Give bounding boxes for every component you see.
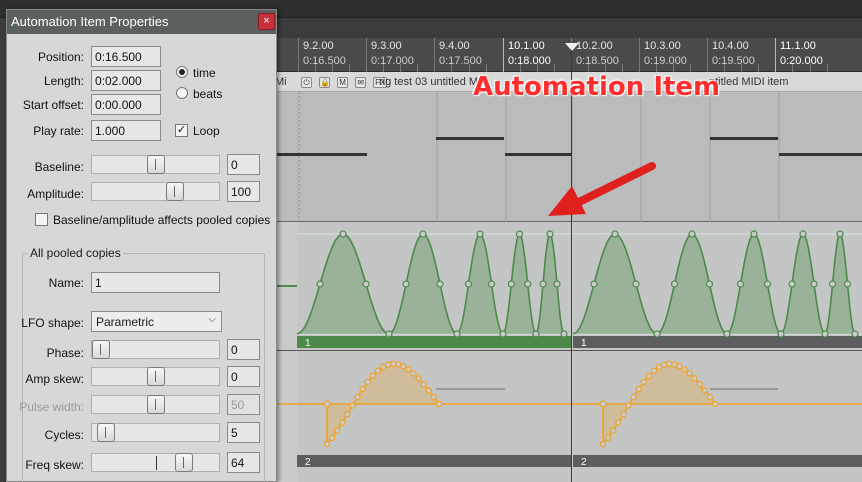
lfo-shape-label: LFO shape: bbox=[21, 316, 84, 330]
amp-skew-slider-thumb[interactable] bbox=[147, 367, 165, 386]
freq-skew-slider-thumb[interactable] bbox=[175, 453, 193, 472]
baseline-field[interactable]: 0 bbox=[227, 154, 260, 175]
beats-radio[interactable] bbox=[176, 87, 188, 99]
amplitude-slider[interactable] bbox=[91, 182, 220, 201]
pooled-copies-group-title: All pooled copies bbox=[28, 246, 123, 260]
pulse-width-label: Pulse width: bbox=[19, 400, 84, 414]
automation-item-properties-dialog: Automation Item Properties × Position: 0… bbox=[6, 9, 277, 482]
pulse-width-slider bbox=[91, 395, 220, 414]
phase-label: Phase: bbox=[46, 346, 84, 360]
amplitude-field[interactable]: 100 bbox=[227, 181, 260, 202]
cycles-label: Cycles: bbox=[44, 428, 84, 442]
pulse-width-field: 50 bbox=[227, 394, 260, 415]
time-label: time bbox=[193, 66, 216, 80]
name-field[interactable]: 1 bbox=[91, 272, 220, 293]
slider-center-mark bbox=[156, 456, 157, 470]
amplitude-label: Amplitude: bbox=[27, 187, 84, 201]
freq-skew-label: Freq skew: bbox=[25, 458, 84, 472]
lfo-shape-value: Parametric bbox=[96, 315, 155, 329]
cycles-slider-thumb[interactable] bbox=[97, 423, 115, 442]
phase-field[interactable]: 0 bbox=[227, 339, 260, 360]
freq-skew-field[interactable]: 64 bbox=[227, 452, 260, 473]
chevron-down-icon: ⌵ bbox=[208, 314, 216, 325]
amp-skew-field[interactable]: 0 bbox=[227, 366, 260, 387]
baseline-slider[interactable] bbox=[91, 155, 220, 174]
annotation-label: Automation Item bbox=[473, 72, 721, 102]
phase-slider[interactable] bbox=[91, 340, 220, 359]
play-rate-field[interactable]: 1.000 bbox=[91, 120, 161, 141]
name-label: Name: bbox=[48, 276, 84, 290]
baseline-label: Baseline: bbox=[34, 160, 84, 174]
amplitude-slider-thumb[interactable] bbox=[166, 182, 184, 201]
length-field[interactable]: 0:02.000 bbox=[91, 70, 161, 91]
time-radio[interactable] bbox=[176, 66, 188, 78]
cycles-slider[interactable] bbox=[91, 423, 220, 442]
dialog-title: Automation Item Properties bbox=[11, 14, 169, 29]
position-label: Position: bbox=[37, 50, 84, 64]
close-button[interactable]: × bbox=[258, 13, 275, 30]
beats-label: beats bbox=[193, 87, 223, 101]
pulse-width-slider-thumb bbox=[147, 395, 165, 414]
loop-label: Loop bbox=[193, 124, 220, 138]
baseline-slider-thumb[interactable] bbox=[147, 155, 165, 174]
lfo-shape-select[interactable]: Parametric ⌵ bbox=[91, 311, 222, 332]
length-label: Length: bbox=[43, 74, 84, 88]
loop-checkbox[interactable]: ✓ bbox=[175, 124, 188, 137]
dialog-titlebar[interactable]: Automation Item Properties × bbox=[7, 10, 276, 34]
start-offset-label: Start offset: bbox=[22, 98, 84, 112]
cycles-field[interactable]: 5 bbox=[227, 422, 260, 443]
position-field[interactable]: 0:16.500 bbox=[91, 46, 161, 67]
freq-skew-slider[interactable] bbox=[91, 453, 220, 472]
phase-slider-thumb[interactable] bbox=[92, 340, 110, 359]
pooled-copies-label: Baseline/amplitude affects pooled copies bbox=[53, 213, 271, 227]
play-rate-label: Play rate: bbox=[33, 124, 84, 138]
amp-skew-label: Amp skew: bbox=[25, 372, 84, 386]
start-offset-field[interactable]: 0:00.000 bbox=[91, 94, 161, 115]
amp-skew-slider[interactable] bbox=[91, 367, 220, 386]
pooled-copies-checkbox[interactable] bbox=[35, 213, 48, 226]
